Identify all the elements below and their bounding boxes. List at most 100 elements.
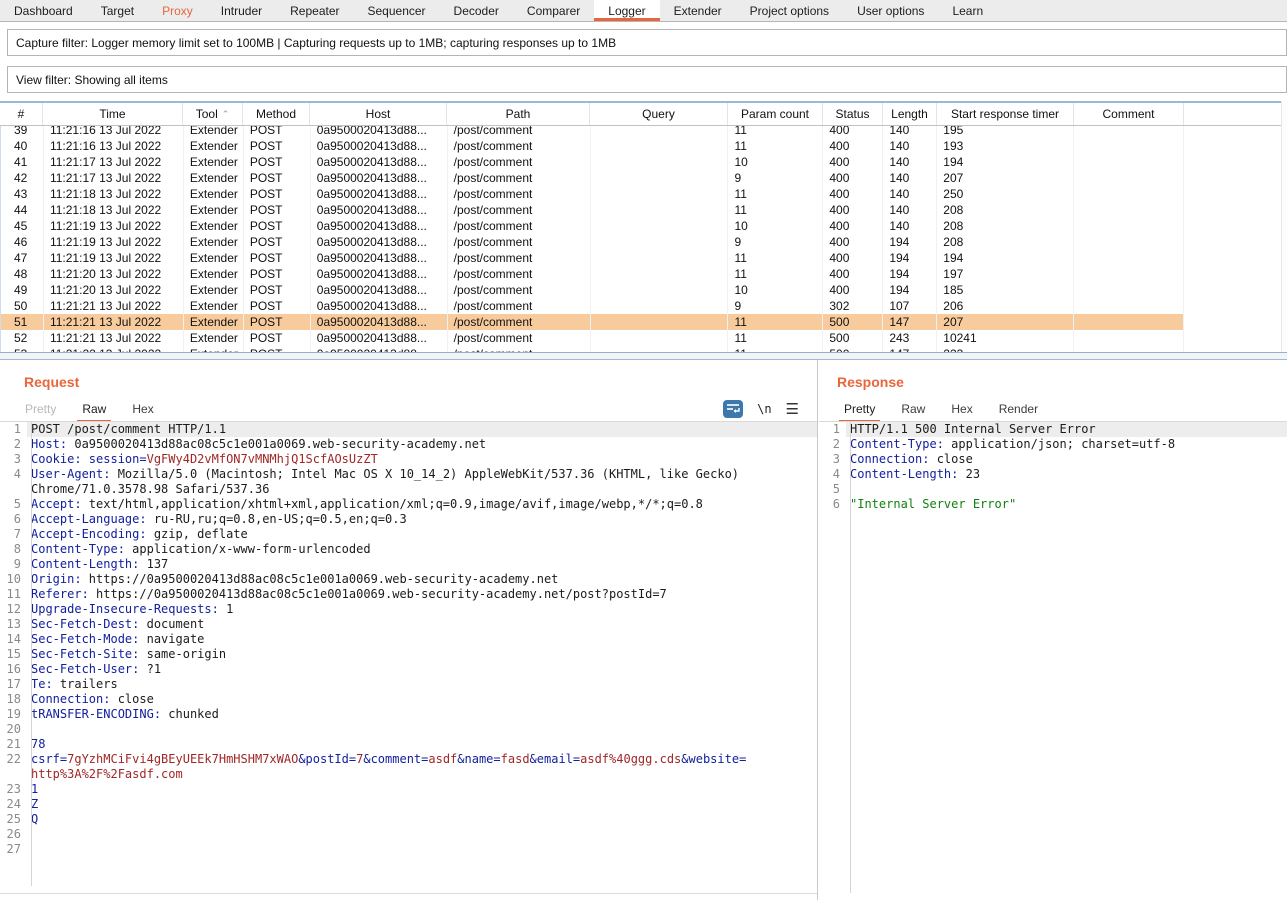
column-header-length[interactable]: Length	[883, 103, 937, 125]
cell	[1184, 250, 1287, 266]
tab-target[interactable]: Target	[87, 0, 148, 21]
table-row-45[interactable]: 4511:21:19 13 Jul 2022ExtenderPOST0a9500…	[1, 218, 1287, 234]
line-content	[27, 722, 817, 737]
line-content: Connection: close	[27, 692, 817, 707]
cell: POST	[244, 282, 311, 298]
cell: 140	[883, 126, 937, 138]
tab-intruder[interactable]: Intruder	[207, 0, 276, 21]
table-row-44[interactable]: 4411:21:18 13 Jul 2022ExtenderPOST0a9500…	[1, 202, 1287, 218]
editor-line: 16Sec-Fetch-User: ?1	[0, 662, 817, 677]
cell	[1074, 266, 1184, 282]
table-scrollbar[interactable]	[1281, 101, 1287, 360]
line-number: 5	[819, 482, 846, 497]
column-header-tool[interactable]: Tool⌃	[183, 103, 243, 125]
capture-filter-bar[interactable]: Capture filter: Logger memory limit set …	[7, 29, 1287, 56]
table-row-48[interactable]: 4811:21:20 13 Jul 2022ExtenderPOST0a9500…	[1, 266, 1287, 282]
cell: 11:21:20 13 Jul 2022	[44, 266, 184, 282]
line-number: 23	[0, 782, 27, 797]
cell	[591, 314, 729, 330]
cell	[591, 250, 729, 266]
cell: 0a9500020413d88...	[311, 218, 448, 234]
cell: Extender	[184, 282, 244, 298]
column-header-host[interactable]: Host	[310, 103, 447, 125]
table-row-47[interactable]: 4711:21:19 13 Jul 2022ExtenderPOST0a9500…	[1, 250, 1287, 266]
response-gutter-line	[850, 422, 851, 893]
table-row-43[interactable]: 4311:21:18 13 Jul 2022ExtenderPOST0a9500…	[1, 186, 1287, 202]
cell: 400	[823, 126, 883, 138]
cell: 46	[1, 234, 44, 250]
cell: Extender	[184, 314, 244, 330]
tab-sequencer[interactable]: Sequencer	[354, 0, 440, 21]
cell: 10	[728, 282, 823, 298]
cell: Extender	[184, 250, 244, 266]
cell: POST	[244, 186, 311, 202]
column-header-time[interactable]: Time	[43, 103, 183, 125]
line-content: Content-Type: application/json; charset=…	[846, 437, 1287, 452]
cell: 11:21:21 13 Jul 2022	[44, 314, 184, 330]
table-row-41[interactable]: 4111:21:17 13 Jul 2022ExtenderPOST0a9500…	[1, 154, 1287, 170]
table-row-49[interactable]: 4911:21:20 13 Jul 2022ExtenderPOST0a9500…	[1, 282, 1287, 298]
tab-logger[interactable]: Logger	[594, 0, 659, 21]
request-tab-hex[interactable]: Hex	[119, 398, 166, 420]
editor-line: 9Content-Length: 137	[0, 557, 817, 572]
tab-comparer[interactable]: Comparer	[513, 0, 594, 21]
line-content: tRANSFER-ENCODING: chunked	[27, 707, 817, 722]
prettify-icon[interactable]	[723, 400, 743, 418]
response-tab-render[interactable]: Render	[986, 398, 1051, 420]
request-editor[interactable]: 1POST /post/comment HTTP/1.12Host: 0a950…	[0, 422, 817, 894]
cell	[591, 202, 729, 218]
column-header-param-count[interactable]: Param count	[728, 103, 823, 125]
newline-toggle-icon[interactable]: \n	[757, 402, 771, 416]
tab-dashboard[interactable]: Dashboard	[0, 0, 87, 21]
cell: 400	[823, 170, 883, 186]
horizontal-splitter[interactable]	[0, 352, 1287, 360]
tab-proxy[interactable]: Proxy	[148, 0, 207, 21]
response-tab-hex[interactable]: Hex	[938, 398, 985, 420]
cell	[1074, 186, 1184, 202]
line-number	[0, 767, 27, 782]
tab-user-options[interactable]: User options	[843, 0, 938, 21]
line-number: 27	[0, 842, 27, 857]
table-row-52[interactable]: 5211:21:21 13 Jul 2022ExtenderPOST0a9500…	[1, 330, 1287, 346]
cell: POST	[244, 330, 311, 346]
tab-extender[interactable]: Extender	[660, 0, 736, 21]
request-tab-pretty[interactable]: Pretty	[12, 398, 69, 420]
column-header-path[interactable]: Path	[447, 103, 590, 125]
cell: 194	[883, 266, 937, 282]
cell: 195	[937, 126, 1074, 138]
view-filter-bar[interactable]: View filter: Showing all items	[7, 66, 1287, 93]
cell: 208	[937, 234, 1074, 250]
request-tab-raw[interactable]: Raw	[69, 398, 119, 420]
tab-decoder[interactable]: Decoder	[440, 0, 513, 21]
table-row-50[interactable]: 5011:21:21 13 Jul 2022ExtenderPOST0a9500…	[1, 298, 1287, 314]
column-header-method[interactable]: Method	[243, 103, 310, 125]
response-editor[interactable]: 1HTTP/1.1 500 Internal Server Error2Cont…	[819, 422, 1287, 900]
response-tab-raw[interactable]: Raw	[888, 398, 938, 420]
line-content: Accept-Language: ru-RU,ru;q=0.8,en-US;q=…	[27, 512, 817, 527]
column-header-start-response-timer[interactable]: Start response timer	[937, 103, 1074, 125]
tab-learn[interactable]: Learn	[938, 0, 997, 21]
cell: Extender	[184, 126, 244, 138]
table-row-40[interactable]: 4011:21:16 13 Jul 2022ExtenderPOST0a9500…	[1, 138, 1287, 154]
cell: 39	[1, 126, 44, 138]
table-row-51[interactable]: 5111:21:21 13 Jul 2022ExtenderPOST0a9500…	[1, 314, 1287, 330]
editor-line: 14Sec-Fetch-Mode: navigate	[0, 632, 817, 647]
cell: 140	[883, 170, 937, 186]
cell: POST	[244, 218, 311, 234]
table-row-42[interactable]: 4211:21:17 13 Jul 2022ExtenderPOST0a9500…	[1, 170, 1287, 186]
response-tab-pretty[interactable]: Pretty	[831, 398, 888, 420]
table-row-39[interactable]: 3911:21:16 13 Jul 2022ExtenderPOST0a9500…	[1, 126, 1287, 138]
column-header-query[interactable]: Query	[590, 103, 728, 125]
tab-repeater[interactable]: Repeater	[276, 0, 353, 21]
column-header--[interactable]: #	[0, 103, 43, 125]
cell: 206	[937, 298, 1074, 314]
editor-menu-icon[interactable]: ☰	[786, 402, 799, 417]
cell	[1074, 234, 1184, 250]
tab-project-options[interactable]: Project options	[736, 0, 843, 21]
line-number: 2	[819, 437, 846, 452]
column-header-comment[interactable]: Comment	[1074, 103, 1184, 125]
line-content: Sec-Fetch-Mode: navigate	[27, 632, 817, 647]
column-header-status[interactable]: Status	[823, 103, 883, 125]
table-row-46[interactable]: 4611:21:19 13 Jul 2022ExtenderPOST0a9500…	[1, 234, 1287, 250]
line-number: 10	[0, 572, 27, 587]
